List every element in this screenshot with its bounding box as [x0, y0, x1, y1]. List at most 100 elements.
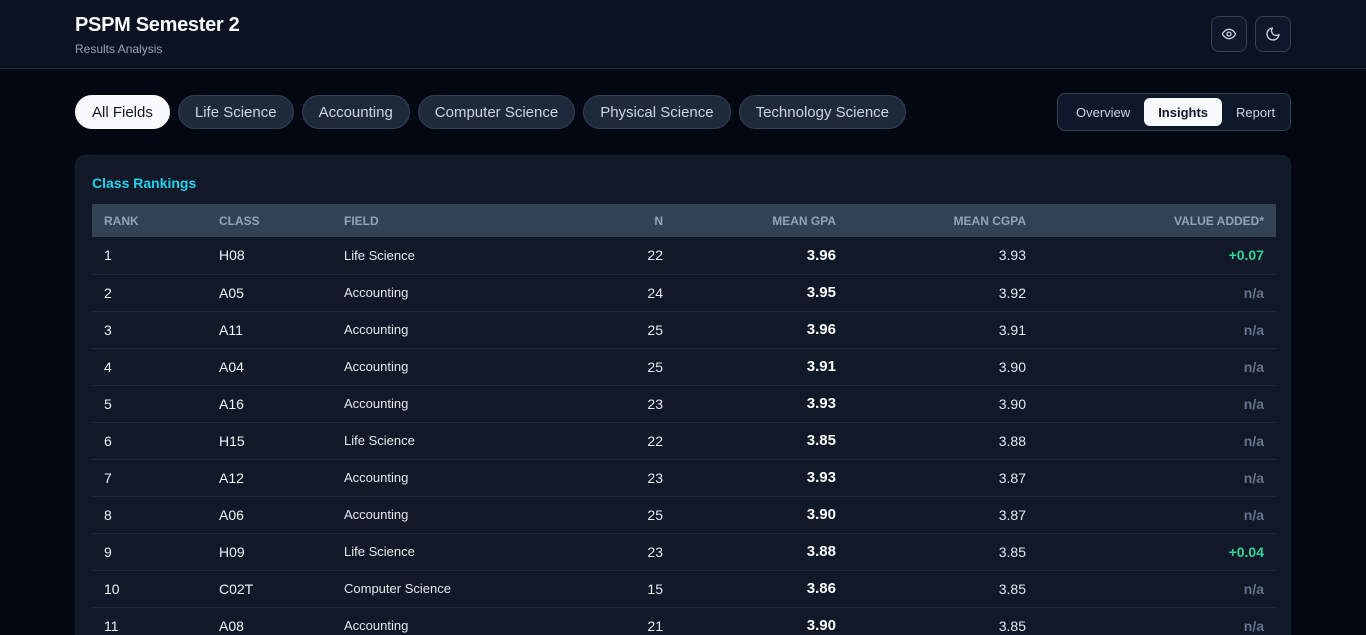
class-cell: A05	[219, 284, 244, 301]
value-added-cell: n/a	[1243, 358, 1264, 375]
value-added-cell: +0.07	[1228, 247, 1264, 264]
filter-chip-accounting[interactable]: Accounting	[301, 95, 410, 129]
mean-cgpa-cell: 3.85	[998, 617, 1026, 634]
field-cell: Accounting	[344, 507, 409, 522]
mean-gpa-cell: 3.90	[806, 617, 836, 634]
class-cell: A04	[219, 358, 244, 375]
col-mean-gpa[interactable]: MEAN GPA	[675, 204, 848, 237]
table-row[interactable]: 9 H09 Life Science 23 3.88 3.85 +0.04	[92, 533, 1276, 570]
filter-chip-computer-science[interactable]: Computer Science	[417, 95, 576, 129]
table-row[interactable]: 5 A16 Accounting 23 3.93 3.90 n/a	[92, 385, 1276, 422]
n-cell: 15	[647, 580, 663, 597]
mean-cgpa-cell: 3.85	[998, 543, 1026, 560]
rank-cell: 10	[104, 580, 120, 597]
rankings-table: RANK CLASS FIELD N MEAN GPA MEAN CGPA VA…	[92, 204, 1276, 635]
page-title: PSPM Semester 2	[75, 14, 240, 36]
field-cell: Accounting	[344, 359, 409, 374]
tab-overview[interactable]: Overview	[1062, 98, 1144, 126]
col-value-added[interactable]: VALUE ADDED*	[1038, 204, 1276, 237]
field-cell: Accounting	[344, 470, 409, 485]
rank-cell: 4	[104, 358, 112, 375]
mean-gpa-cell: 3.96	[806, 246, 836, 264]
col-class[interactable]: CLASS	[207, 204, 332, 237]
class-cell: H15	[219, 432, 245, 449]
eye-icon	[1221, 28, 1237, 40]
table-row[interactable]: 3 A11 Accounting 25 3.96 3.91 n/a	[92, 311, 1276, 348]
table-row[interactable]: 10 C02T Computer Science 15 3.86 3.85 n/a	[92, 570, 1276, 607]
mean-gpa-cell: 3.93	[806, 469, 836, 486]
n-cell: 23	[647, 469, 663, 486]
filter-chip-physical-science[interactable]: Physical Science	[583, 95, 731, 129]
value-added-cell: n/a	[1243, 580, 1264, 597]
class-cell: A06	[219, 506, 244, 523]
class-cell: A11	[219, 321, 243, 338]
n-cell: 21	[647, 617, 663, 634]
filter-chip-life-science[interactable]: Life Science	[177, 95, 294, 129]
rank-cell: 11	[104, 617, 119, 634]
field-cell: Accounting	[344, 322, 409, 337]
value-added-cell: n/a	[1243, 506, 1264, 523]
n-cell: 22	[647, 247, 663, 264]
field-cell: Life Science	[344, 544, 415, 559]
mean-cgpa-cell: 3.90	[998, 358, 1026, 375]
class-cell: C02T	[219, 580, 254, 597]
rank-cell: 7	[104, 469, 112, 486]
mean-gpa-cell: 3.91	[806, 358, 836, 375]
col-n[interactable]: N	[562, 204, 675, 237]
field-cell: Accounting	[344, 396, 409, 411]
mean-cgpa-cell: 3.92	[998, 284, 1026, 301]
rank-cell: 8	[104, 506, 112, 523]
mean-gpa-cell: 3.88	[806, 543, 836, 560]
app-header: PSPM Semester 2 Results Analysis	[0, 0, 1366, 69]
rank-cell: 2	[104, 284, 112, 301]
rank-cell: 3	[104, 321, 112, 338]
tab-insights[interactable]: Insights	[1144, 98, 1223, 126]
toggle-visibility-button[interactable]	[1211, 16, 1247, 52]
value-added-cell: +0.04	[1228, 543, 1264, 560]
table-row[interactable]: 1 H08 Life Science 22 3.96 3.93 +0.07	[92, 237, 1276, 274]
field-cell: Accounting	[344, 618, 409, 633]
table-row[interactable]: 11 A08 Accounting 21 3.90 3.85 n/a	[92, 607, 1276, 635]
n-cell: 22	[647, 432, 663, 449]
col-field[interactable]: FIELD	[332, 204, 562, 237]
class-rankings-card: Class Rankings RANK CLASS FIELD N MEAN G…	[75, 155, 1291, 635]
filter-chip-all-fields[interactable]: All Fields	[75, 95, 170, 129]
field-cell: Life Science	[344, 433, 415, 448]
mean-gpa-cell: 3.85	[806, 432, 836, 449]
table-row[interactable]: 2 A05 Accounting 24 3.95 3.92 n/a	[92, 274, 1276, 311]
page-subtitle: Results Analysis	[75, 42, 163, 56]
mean-cgpa-cell: 3.87	[998, 469, 1026, 486]
table-row[interactable]: 7 A12 Accounting 23 3.93 3.87 n/a	[92, 459, 1276, 496]
col-rank[interactable]: RANK	[92, 204, 207, 237]
mean-gpa-cell: 3.90	[806, 506, 836, 523]
n-cell: 24	[647, 284, 663, 301]
class-cell: A16	[219, 395, 244, 412]
mean-cgpa-cell: 3.93	[998, 247, 1026, 264]
n-cell: 23	[647, 543, 663, 560]
table-header-row: RANK CLASS FIELD N MEAN GPA MEAN CGPA VA…	[92, 204, 1276, 237]
rank-cell: 6	[104, 432, 112, 449]
class-cell: A08	[219, 617, 244, 634]
theme-toggle-button[interactable]	[1255, 16, 1291, 52]
mean-cgpa-cell: 3.91	[998, 321, 1026, 338]
table-row[interactable]: 4 A04 Accounting 25 3.91 3.90 n/a	[92, 348, 1276, 385]
value-added-cell: n/a	[1243, 617, 1264, 634]
rank-cell: 5	[104, 395, 112, 412]
table-row[interactable]: 6 H15 Life Science 22 3.85 3.88 n/a	[92, 422, 1276, 459]
tab-report[interactable]: Report	[1222, 98, 1289, 126]
mean-cgpa-cell: 3.90	[998, 395, 1026, 412]
mean-cgpa-cell: 3.85	[998, 580, 1026, 597]
col-mean-cgpa[interactable]: MEAN CGPA	[848, 204, 1038, 237]
mean-gpa-cell: 3.86	[806, 580, 836, 597]
value-added-cell: n/a	[1243, 321, 1264, 338]
field-cell: Accounting	[344, 285, 409, 300]
mean-gpa-cell: 3.93	[806, 395, 836, 412]
table-row[interactable]: 8 A06 Accounting 25 3.90 3.87 n/a	[92, 496, 1276, 533]
n-cell: 23	[647, 395, 663, 412]
card-title: Class Rankings	[92, 175, 197, 191]
rank-cell: 9	[104, 543, 112, 560]
filter-chip-technology-science[interactable]: Technology Science	[738, 95, 907, 129]
value-added-cell: n/a	[1243, 395, 1264, 412]
mean-gpa-cell: 3.95	[806, 284, 836, 301]
value-added-cell: n/a	[1243, 432, 1264, 449]
